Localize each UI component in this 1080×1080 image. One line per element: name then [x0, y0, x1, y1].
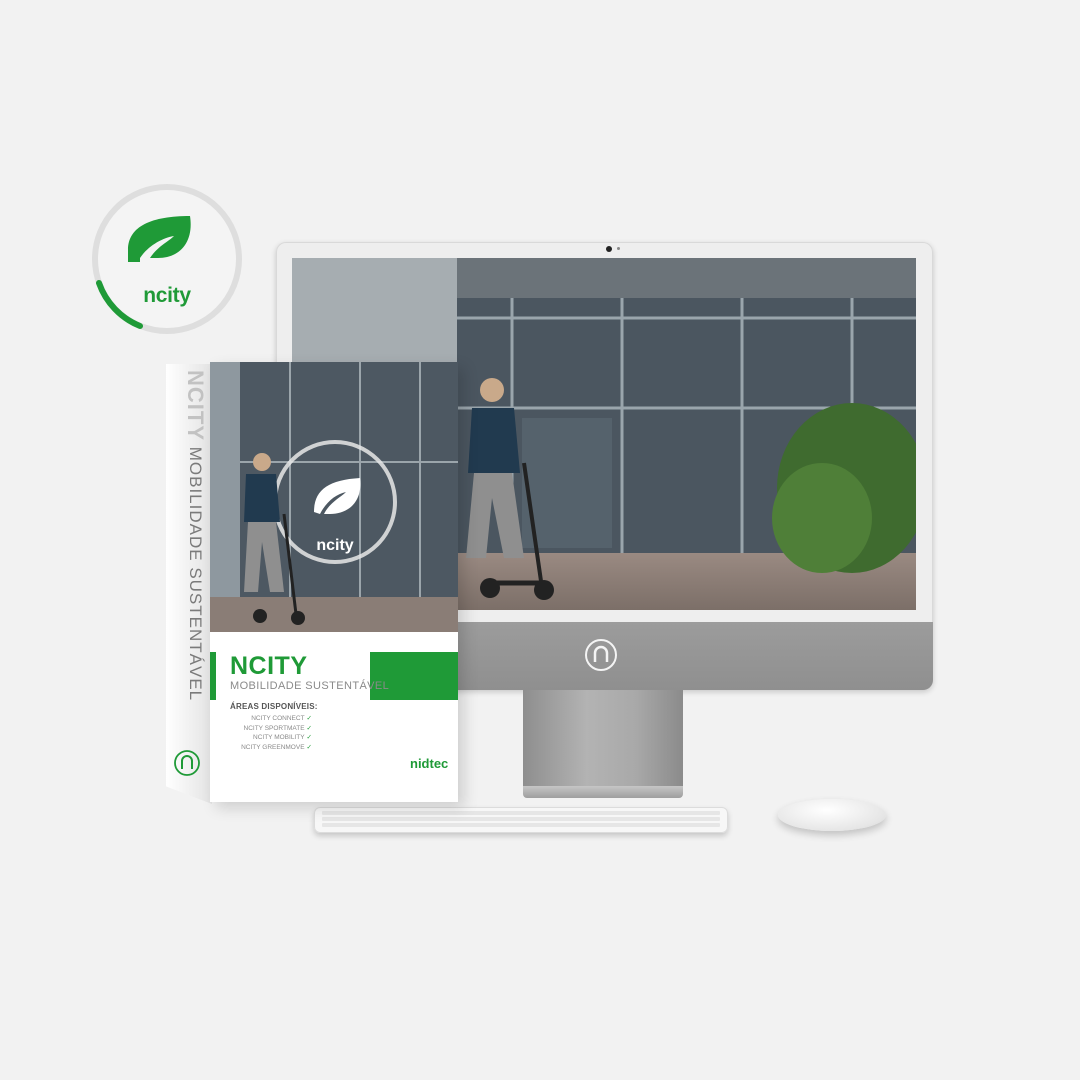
box-spine-title: NCITY	[183, 370, 208, 441]
box-accent-bar	[210, 652, 216, 700]
check-icon: ✓	[306, 743, 312, 751]
mouse	[778, 799, 886, 831]
box-cover-brand: ncity	[316, 537, 353, 554]
monitor-stand	[523, 690, 683, 788]
check-icon: ✓	[306, 724, 312, 732]
badge-ring	[92, 184, 242, 334]
box-subtitle: MOBILIDADE SUSTENTÁVEL	[230, 680, 390, 692]
list-item: NCITY GREENMOVE ✓	[241, 743, 312, 751]
box-brand: nidtec	[410, 756, 449, 771]
camera-sensor	[617, 247, 620, 250]
badge-brand: ncity	[143, 284, 191, 307]
check-icon: ✓	[306, 715, 312, 722]
n-logo-icon	[172, 748, 202, 778]
box-title: NCITY	[230, 652, 308, 680]
list-item: NCITY CONNECT ✓	[251, 715, 312, 722]
keyboard	[314, 807, 728, 833]
box-accent-block	[370, 652, 458, 700]
box-areas-list: NCITY CONNECT ✓ NCITY SPORTMATE ✓ NCITY MO…	[230, 714, 312, 752]
check-icon: ✓	[306, 734, 312, 741]
software-box: ncity NCITY MOBILIDADE SUSTENTÁVEL ÁREAS…	[210, 362, 458, 802]
box-spine-subtitle: MOBILIDADE SUSTENTÁVEL	[186, 446, 205, 702]
box-spine-text: NCITY MOBILIDADE SUSTENTÁVEL	[172, 370, 208, 780]
ncity-badge: ncity	[88, 180, 246, 338]
list-item: NCITY MOBILITY ✓	[253, 734, 312, 741]
monitor-stand-foot	[523, 786, 683, 798]
list-item: NCITY SPORTMATE ✓	[243, 724, 313, 732]
box-cover-photo: ncity	[210, 362, 458, 632]
camera-icon	[606, 246, 612, 252]
box-areas-label: ÁREAS DISPONÍVEIS:	[230, 702, 318, 711]
n-logo-icon	[584, 638, 618, 672]
